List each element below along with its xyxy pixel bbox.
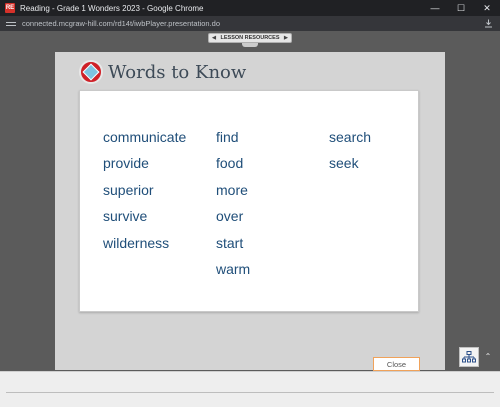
lesson-resources-prev-button[interactable]: ◀ [209, 35, 219, 41]
word: superior [103, 181, 154, 198]
sitemap-glyph [462, 351, 476, 363]
close-window-button[interactable]: ✕ [474, 0, 500, 16]
window-title: Reading - Grade 1 Wonders 2023 - Google … [20, 3, 204, 13]
footer-bar [0, 371, 500, 407]
title-bar: RE Reading - Grade 1 Wonders 2023 - Goog… [0, 0, 500, 16]
words-panel: Words to Know communicate provide superi… [55, 52, 445, 371]
lesson-resources-bar: ◀ LESSON RESOURCES ▶ [208, 33, 292, 43]
maximize-button[interactable]: ☐ [448, 0, 474, 16]
tune-icon[interactable] [6, 21, 16, 26]
word-column-3: search seek [329, 129, 371, 182]
minimize-button[interactable]: — [422, 0, 448, 16]
word-column-1: communicate provide superior survive wil… [103, 129, 186, 261]
word: find [216, 129, 239, 145]
download-icon[interactable] [480, 16, 496, 31]
app-icon: RE [5, 3, 15, 13]
close-button[interactable]: Close [373, 357, 420, 371]
panel-header: Words to Know [79, 60, 246, 84]
cube-icon [79, 60, 103, 84]
word: communicate [103, 129, 187, 145]
word: warm [216, 260, 251, 277]
word: search [329, 129, 372, 145]
word: start [216, 234, 244, 251]
address-bar: connected.mcgraw-hill.com/rd14t/iwbPlaye… [0, 16, 500, 31]
word: wilderness [103, 234, 170, 251]
word: food [216, 155, 244, 172]
word: seek [329, 155, 359, 172]
word: provide [103, 155, 149, 172]
footer-divider [6, 392, 494, 393]
word: survive [103, 208, 148, 225]
word-column-2: find food more over start warm [216, 129, 250, 287]
presentation-area: ◀ LESSON RESOURCES ▶ Words to Know commu… [0, 31, 500, 371]
lesson-resources-tab[interactable] [242, 43, 258, 47]
lesson-resources-next-button[interactable]: ▶ [281, 35, 291, 41]
word: over [216, 208, 244, 225]
panel-title: Words to Know [108, 61, 247, 83]
word: more [216, 181, 248, 198]
sitemap-icon[interactable] [459, 347, 479, 367]
caret-up-icon[interactable]: ⌃ [482, 352, 494, 362]
url-field[interactable]: connected.mcgraw-hill.com/rd14t/iwbPlaye… [22, 19, 480, 28]
word-card: communicate provide superior survive wil… [79, 90, 419, 312]
download-glyph [484, 19, 492, 28]
lesson-resources-label[interactable]: LESSON RESOURCES [221, 35, 280, 41]
